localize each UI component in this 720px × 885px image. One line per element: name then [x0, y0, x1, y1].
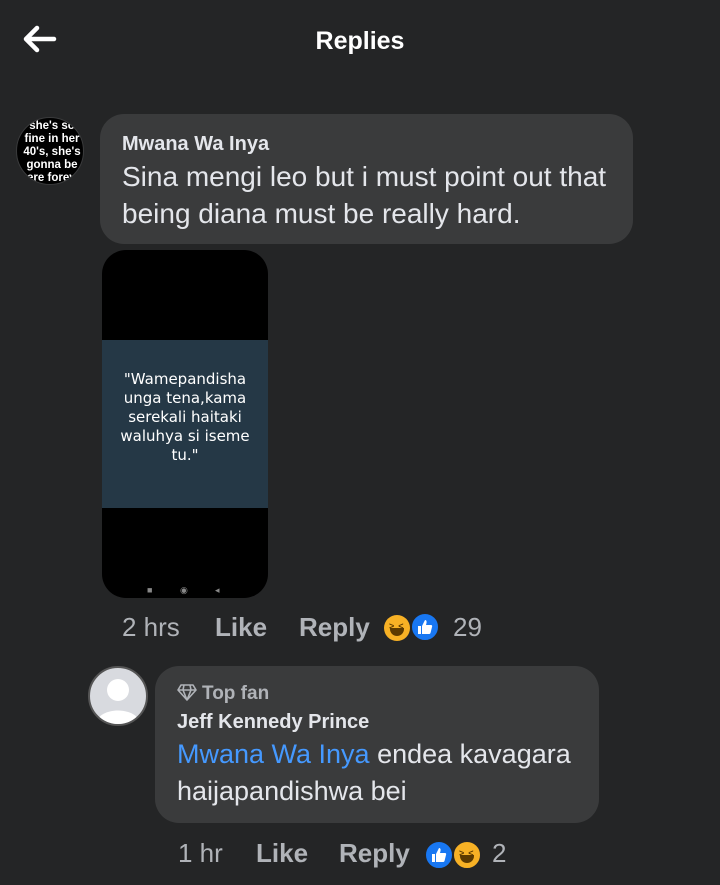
- back-nav-icon: ◂: [215, 585, 220, 595]
- reply-text: Mwana Wa Inya endea kavagara haijapandis…: [177, 736, 587, 810]
- like-button[interactable]: Like: [256, 838, 308, 869]
- comment-bubble: Mwana Wa Inya Sina mengi leo but i must …: [100, 114, 633, 244]
- badge-label: Top fan: [202, 683, 270, 704]
- reply-bubble: Top fan Jeff Kennedy Prince Mwana Wa Iny…: [155, 666, 599, 823]
- top-bar: Replies: [0, 0, 720, 86]
- reaction-count[interactable]: 2: [492, 838, 506, 869]
- reply-button[interactable]: Reply: [299, 612, 370, 643]
- like-icon[interactable]: [424, 840, 454, 870]
- comment-author[interactable]: Mwana Wa Inya: [122, 133, 269, 156]
- reaction-count[interactable]: 29: [453, 612, 482, 643]
- reply-author[interactable]: Jeff Kennedy Prince: [177, 711, 369, 734]
- avatar[interactable]: [88, 666, 148, 726]
- like-button[interactable]: Like: [215, 612, 267, 643]
- image-quote-panel: "Wamepandisha unga tena,kama serekali ha…: [102, 340, 268, 508]
- reply-button[interactable]: Reply: [339, 838, 410, 869]
- diamond-icon: [177, 684, 197, 701]
- comment-text: Sina mengi leo but i must point out that…: [122, 161, 607, 229]
- haha-icon[interactable]: ><: [384, 615, 410, 641]
- avatar-text: she's so fine in her 40's, she's gonna b…: [20, 120, 84, 184]
- mention-link[interactable]: Mwana Wa Inya: [177, 739, 370, 769]
- reply-time[interactable]: 1 hr: [178, 838, 223, 869]
- top-fan-badge: Top fan: [177, 683, 269, 705]
- image-quote-text: "Wamepandisha unga tena,kama serekali ha…: [120, 370, 250, 464]
- avatar[interactable]: she's so fine in her 40's, she's gonna b…: [16, 117, 84, 185]
- haha-icon[interactable]: ><: [452, 840, 482, 870]
- comment-time[interactable]: 2 hrs: [122, 612, 180, 643]
- square-nav-icon: ■: [147, 585, 153, 595]
- circle-nav-icon: ◉: [180, 585, 188, 595]
- page-title: Replies: [315, 27, 405, 55]
- like-icon[interactable]: [410, 612, 440, 642]
- comment-image[interactable]: "Wamepandisha unga tena,kama serekali ha…: [102, 250, 268, 598]
